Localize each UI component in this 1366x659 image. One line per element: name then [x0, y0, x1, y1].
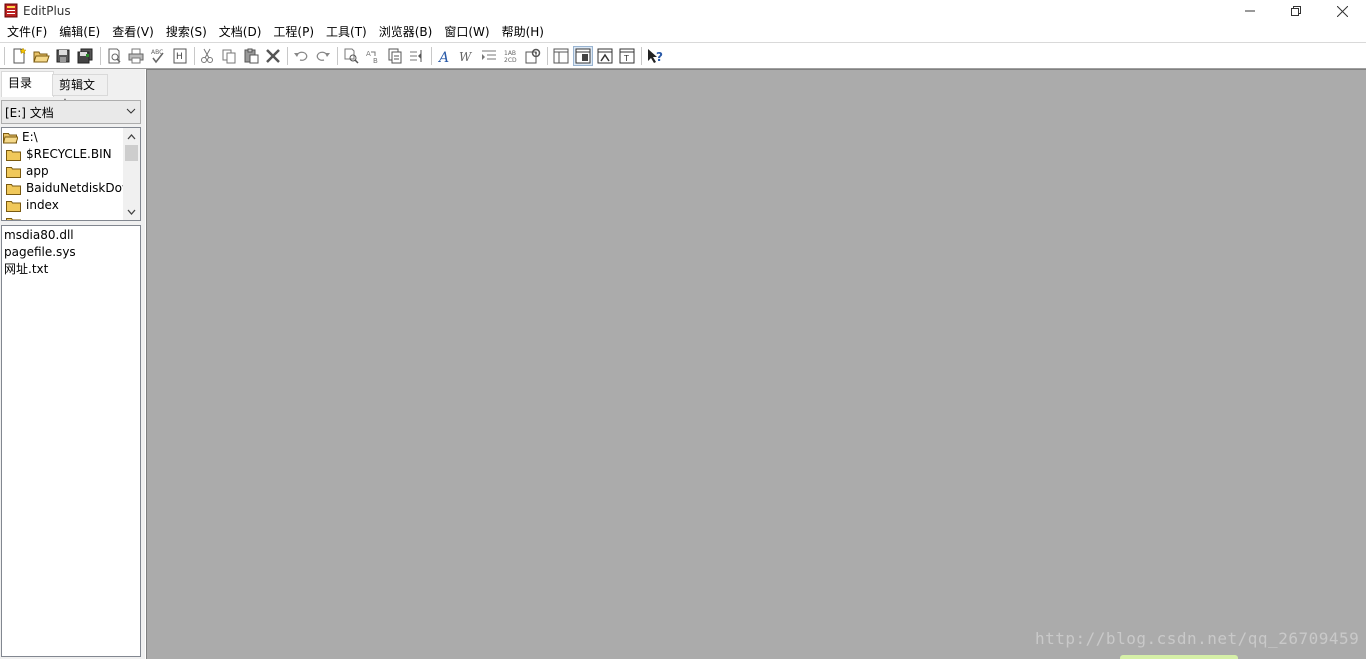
menu-document[interactable]: 文档(D) [214, 23, 269, 42]
toolbar-separator [100, 47, 101, 65]
file-item[interactable]: msdia80.dll [4, 227, 74, 244]
tree-item-label: E:\ [22, 130, 38, 144]
copy-icon[interactable] [220, 47, 238, 65]
directory-window-icon[interactable] [552, 47, 570, 65]
new-file-icon[interactable] [10, 47, 28, 65]
output-window-icon[interactable] [596, 47, 614, 65]
folder-icon [6, 184, 21, 195]
minimize-icon [1245, 10, 1255, 12]
menu-view[interactable]: 查看(V) [107, 23, 161, 42]
menu-edit[interactable]: 编辑(E) [54, 23, 107, 42]
file-item[interactable]: 网址.txt [4, 261, 48, 278]
delete-icon[interactable] [264, 47, 282, 65]
svg-text:2CD: 2CD [504, 57, 517, 64]
file-list[interactable]: msdia80.dll pagefile.sys 网址.txt [1, 225, 141, 657]
open-folder-icon [3, 133, 18, 144]
drive-select-value: [E:] 文档 [5, 106, 54, 120]
toolbar: ABC H AB A W 1AB 2CD T ? [0, 44, 1366, 68]
toolbar-grip[interactable] [4, 47, 8, 65]
undo-icon[interactable] [292, 47, 310, 65]
line-numbers-icon[interactable]: 1AB 2CD [502, 47, 520, 65]
menu-bar: 文件(F) 编辑(E) 查看(V) 搜索(S) 文档(D) 工程(P) 工具(T… [0, 23, 1366, 42]
tree-item-label: index [26, 198, 59, 212]
settings-icon[interactable] [524, 47, 542, 65]
print-preview-icon[interactable] [105, 47, 123, 65]
svg-text:W: W [459, 50, 473, 64]
svg-text:H: H [176, 52, 183, 62]
minimize-button[interactable] [1227, 0, 1273, 22]
directory-panel: 目录 剪辑文本 [E:] 文档 E:\ $RECYCLE.BIN app Bai… [0, 69, 145, 659]
cliptext-window-icon[interactable] [573, 46, 593, 66]
folder-icon [6, 201, 21, 212]
toolbar-separator [337, 47, 338, 65]
tab-cliptext[interactable]: 剪辑文本 [52, 74, 108, 112]
svg-text:A: A [437, 50, 449, 65]
replace-icon[interactable]: AB [364, 47, 382, 65]
chevron-down-icon [126, 104, 136, 121]
menu-window[interactable]: 窗口(W) [439, 23, 496, 42]
goto-line-icon[interactable] [408, 47, 426, 65]
redo-icon[interactable] [314, 47, 332, 65]
svg-text:A: A [366, 50, 371, 58]
spell-check-icon[interactable]: ABC [149, 47, 167, 65]
find-icon[interactable] [342, 47, 360, 65]
help-icon[interactable]: ? [646, 47, 664, 65]
menu-search[interactable]: 搜索(S) [161, 23, 214, 42]
watermark-text: http://blog.csdn.net/qq_26709459 [1035, 629, 1360, 648]
toolbar-separator [431, 47, 432, 65]
menu-browser[interactable]: 浏览器(B) [374, 23, 440, 42]
scroll-down-icon[interactable] [123, 203, 140, 220]
toolbar-separator [641, 47, 642, 65]
tab-directory[interactable]: 目录 [1, 71, 54, 97]
save-icon[interactable] [54, 47, 72, 65]
tree-item-label: $RECYCLE.BIN [26, 147, 112, 161]
tree-item-label: app [26, 164, 49, 178]
html-preview-icon[interactable]: H [171, 47, 189, 65]
tree-item-label: BaiduNetdiskDow [26, 181, 132, 195]
folder-icon [6, 167, 21, 178]
menu-tools[interactable]: 工具(T) [321, 23, 374, 42]
svg-text:1AB: 1AB [504, 50, 516, 57]
save-all-icon[interactable] [76, 47, 94, 65]
restore-icon [1291, 6, 1301, 16]
svg-text:?: ? [656, 50, 663, 64]
drive-select[interactable]: [E:] 文档 [1, 100, 141, 124]
close-button[interactable] [1319, 0, 1365, 22]
folder-icon [6, 218, 21, 220]
menu-divider [0, 42, 1366, 43]
restore-button[interactable] [1273, 0, 1319, 22]
svg-text:T: T [623, 54, 629, 63]
scrollbar-thumb[interactable] [125, 145, 138, 161]
folder-tree[interactable]: E:\ $RECYCLE.BIN app BaiduNetdiskDow ind… [1, 127, 141, 221]
word-wrap-icon[interactable]: W [458, 47, 476, 65]
close-icon [1336, 5, 1348, 17]
menu-file[interactable]: 文件(F) [2, 23, 54, 42]
toolbar-separator [194, 47, 195, 65]
indent-icon[interactable] [480, 47, 498, 65]
folder-icon [6, 150, 21, 161]
open-folder-icon[interactable] [32, 47, 50, 65]
toolbar-separator [547, 47, 548, 65]
document-area[interactable] [146, 69, 1366, 659]
print-icon[interactable] [127, 47, 145, 65]
paste-icon[interactable] [242, 47, 260, 65]
menu-help[interactable]: 帮助(H) [497, 23, 551, 42]
title-bar: EditPlus [0, 0, 1366, 22]
cut-icon[interactable] [198, 47, 216, 65]
scroll-up-icon[interactable] [123, 128, 140, 145]
file-item[interactable]: pagefile.sys [4, 244, 76, 261]
menu-project[interactable]: 工程(P) [268, 23, 321, 42]
editplus-logo-icon [4, 3, 18, 18]
taskbar-notification [1120, 655, 1238, 659]
svg-text:B: B [373, 57, 378, 65]
font-icon[interactable]: A [436, 47, 454, 65]
tree-scrollbar[interactable] [123, 128, 140, 220]
toolbar-separator [287, 47, 288, 65]
window-title: EditPlus [23, 4, 71, 18]
user-tools-icon[interactable]: T [618, 47, 636, 65]
find-in-files-icon[interactable] [386, 47, 404, 65]
